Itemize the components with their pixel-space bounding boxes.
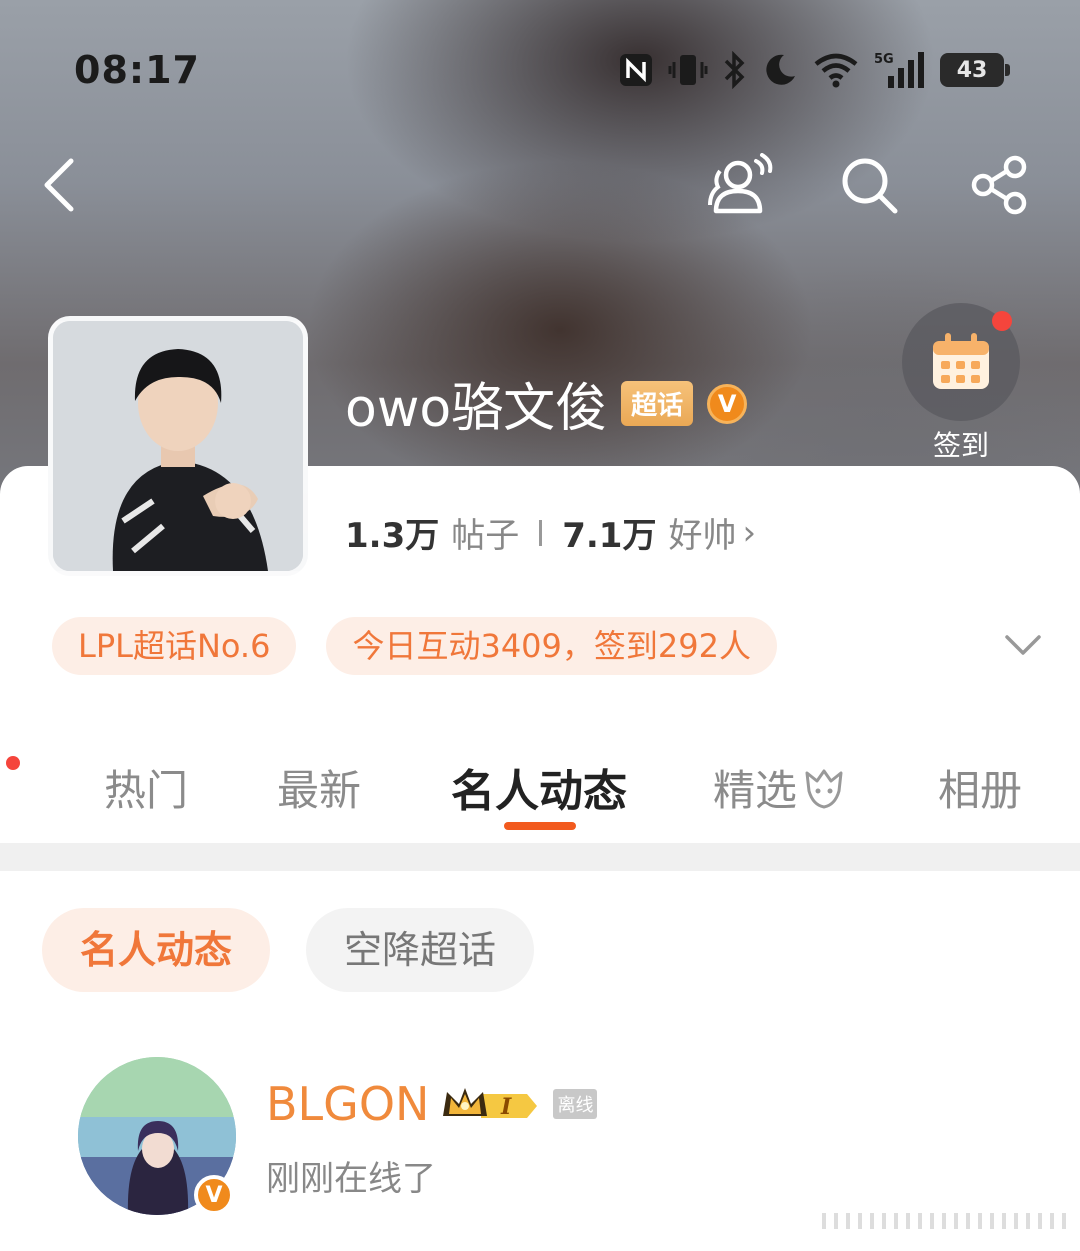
tab-latest[interactable]: 最新 [277,757,361,818]
signal-icon: 5G [874,50,926,90]
verified-badge-icon: V [707,383,748,424]
calendar-icon [933,333,989,389]
share-icon [971,155,1027,215]
topic-cover-image[interactable] [48,316,308,576]
status-time: 08:17 [74,48,200,92]
offline-tag: 离线 [553,1089,598,1119]
topic-stats[interactable]: 1.3万 帖子 7.1万 好帅 › [345,508,756,557]
back-button[interactable] [24,150,94,220]
stats-separator [539,519,543,546]
fans-label: 好帅 [668,516,737,556]
status-icons: 5G 43 [618,50,1010,90]
posts-label: 帖子 [451,516,520,556]
fans-count: 7.1万 [562,516,657,556]
vibrate-icon [668,50,708,90]
user-name[interactable]: BLGON [266,1077,429,1131]
back-icon [44,158,74,212]
group-chat-button[interactable] [704,150,774,220]
topic-title-row: owo骆文俊 超话 V [345,366,748,441]
active-tab-indicator [504,822,576,830]
celebrity-user-item[interactable]: V BLGON I 离线 刚刚在线了 [78,1057,1028,1217]
tab-celebrity-updates[interactable]: 名人动态 [451,755,627,819]
activity-pill[interactable]: 今日互动3409，签到292人 [326,617,777,675]
share-button[interactable] [964,150,1034,220]
subtab-celebrity-updates[interactable]: 名人动态 [42,908,271,992]
posts-count: 1.3万 [345,516,440,556]
search-icon [842,158,898,214]
group-chat-icon [708,153,773,214]
tab-album[interactable]: 相册 [938,757,1022,818]
person-portrait-illustration [53,321,303,571]
rank-level-label: I [500,1094,512,1120]
checkin-label[interactable]: 签到 [902,424,1020,464]
crown-rank-badge: I [441,1084,541,1124]
checkin-button[interactable] [902,303,1020,421]
chevron-right-icon: › [742,512,757,553]
section-divider [0,843,1080,871]
fox-mascot-icon [805,769,843,808]
super-topic-tag: 超话 [621,381,694,426]
subtab-airdrop-topic[interactable]: 空降超话 [306,908,535,992]
moon-icon [762,50,798,90]
tab-featured[interactable]: 精选 [713,757,847,818]
crown-icon: I [443,1088,538,1120]
verified-badge-icon: V [194,1175,234,1215]
bluetooth-icon [722,50,748,90]
network-type-label: 5G [874,52,894,67]
ranking-pill[interactable]: LPL超话No.6 [52,617,297,675]
subtab-group: 名人动态 空降超话 [42,908,535,992]
user-status: 刚刚在线了 [266,1159,436,1199]
expand-button[interactable] [998,620,1048,670]
user-name-row: BLGON I 离线 [266,1077,598,1131]
tab-featured-label: 精选 [713,766,798,815]
topic-title: owo骆文俊 [345,379,608,439]
nfc-icon [618,50,654,90]
topic-info-pills: LPL超话No.6 今日互动3409，签到292人 [52,617,777,675]
status-bar: 08:17 5G 43 [0,40,1080,100]
wifi-icon [812,50,860,90]
watermark-icon [822,1206,1072,1236]
chevron-down-icon [1005,635,1041,655]
search-button[interactable] [834,150,904,220]
tab-hot[interactable]: 热门 [104,757,188,818]
checkin-notification-dot [992,311,1012,331]
battery-indicator: 43 [940,53,1010,87]
weibo-watermark-stripes [822,1213,1066,1229]
